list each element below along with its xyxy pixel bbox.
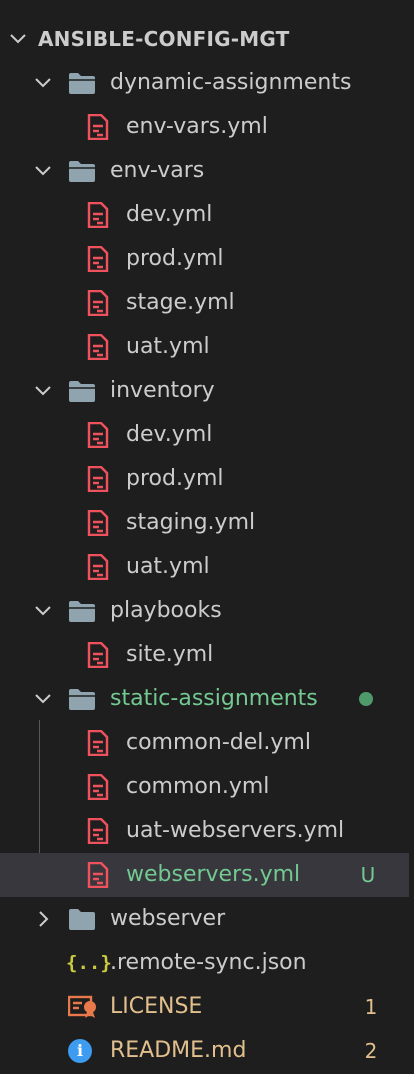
file-uat-webservers-yml[interactable]: uat-webservers.yml (0, 809, 409, 853)
file-stage-yml[interactable]: stage.yml (0, 281, 409, 325)
yaml-file-icon (87, 334, 109, 360)
file-label: env-vars.yml (126, 114, 268, 139)
modified-dot-icon (359, 692, 373, 706)
yaml-file-icon (87, 818, 109, 844)
file-dev-yml[interactable]: dev.yml (0, 193, 409, 237)
yaml-file-icon (87, 290, 109, 316)
chevron-down-icon (10, 34, 26, 44)
file-staging-yml[interactable]: staging.yml (0, 501, 409, 545)
folder-label: dynamic-assignments (110, 70, 352, 95)
file-explorer: ANSIBLE-CONFIG-MGT dynamic-assignments e… (0, 0, 414, 1074)
folder-icon (69, 73, 95, 94)
chevron-down-icon (35, 386, 51, 396)
file-webservers-yml[interactable]: webservers.yml U (0, 853, 409, 897)
yaml-file-icon (87, 642, 109, 668)
file-label: site.yml (126, 642, 214, 667)
file-site-yml[interactable]: site.yml (0, 633, 409, 677)
chevron-down-icon (35, 694, 51, 704)
folder-icon (69, 381, 95, 402)
git-status-badge: 2 (364, 1039, 378, 1063)
file-label: .remote-sync.json (110, 950, 307, 975)
file-label: uat-webservers.yml (126, 818, 345, 843)
json-file-icon: {..} (66, 952, 112, 974)
folder-label: inventory (110, 378, 215, 403)
yaml-file-icon (87, 510, 109, 536)
file-uat-yml[interactable]: uat.yml (0, 325, 409, 369)
folder-label: env-vars (110, 158, 205, 183)
file-prod-yml[interactable]: prod.yml (0, 237, 409, 281)
file-readme-md[interactable]: i README.md 2 (0, 1029, 409, 1073)
folder-icon (69, 601, 95, 622)
yaml-file-icon (87, 862, 109, 888)
yaml-file-icon (87, 730, 109, 756)
file-env-vars-yml[interactable]: env-vars.yml (0, 105, 409, 149)
folder-static-assignments[interactable]: static-assignments (0, 677, 409, 721)
file-label: prod.yml (126, 466, 224, 491)
yaml-file-icon (87, 422, 109, 448)
file-label: prod.yml (126, 246, 224, 271)
file-label: webservers.yml (126, 862, 301, 887)
license-file-icon (68, 995, 96, 1018)
chevron-down-icon (35, 78, 51, 88)
chevron-right-icon (39, 911, 49, 927)
file-license[interactable]: LICENSE 1 (0, 985, 409, 1029)
folder-icon (69, 161, 95, 182)
folder-dynamic-assignments[interactable]: dynamic-assignments (0, 61, 409, 105)
explorer-root[interactable]: ANSIBLE-CONFIG-MGT (0, 17, 409, 61)
folder-env-vars[interactable]: env-vars (0, 149, 409, 193)
yaml-file-icon (87, 554, 109, 580)
file-label: staging.yml (126, 510, 256, 535)
folder-label: static-assignments (110, 686, 318, 711)
folder-playbooks[interactable]: playbooks (0, 589, 409, 633)
file-label: uat.yml (126, 334, 210, 359)
chevron-down-icon (35, 606, 51, 616)
yaml-file-icon (87, 466, 109, 492)
file-label: dev.yml (126, 202, 213, 227)
folder-label: webserver (110, 906, 226, 931)
file-uat-yml[interactable]: uat.yml (0, 545, 409, 589)
folder-webserver[interactable]: webserver (0, 897, 409, 941)
file-label: uat.yml (126, 554, 210, 579)
file-dev-yml[interactable]: dev.yml (0, 413, 409, 457)
root-folder-label: ANSIBLE-CONFIG-MGT (38, 27, 290, 51)
folder-icon (69, 689, 95, 710)
file-label: stage.yml (126, 290, 235, 315)
chevron-down-icon (35, 166, 51, 176)
yaml-file-icon (87, 114, 109, 140)
file-label: common-del.yml (126, 730, 311, 755)
yaml-file-icon (87, 774, 109, 800)
file-label: LICENSE (110, 994, 203, 1019)
file-prod-yml[interactable]: prod.yml (0, 457, 409, 501)
folder-inventory[interactable]: inventory (0, 369, 409, 413)
folder-label: playbooks (110, 598, 222, 623)
folder-icon (69, 909, 95, 930)
file-common-del-yml[interactable]: common-del.yml (0, 721, 409, 765)
file-common-yml[interactable]: common.yml (0, 765, 409, 809)
file-label: common.yml (126, 774, 270, 799)
file-remote-sync-json[interactable]: {..} .remote-sync.json (0, 941, 409, 985)
git-status-badge: 1 (364, 995, 378, 1019)
file-label: README.md (110, 1038, 247, 1063)
file-label: dev.yml (126, 422, 213, 447)
git-status-badge: U (360, 863, 376, 887)
info-file-icon: i (68, 1039, 92, 1063)
yaml-file-icon (87, 202, 109, 228)
yaml-file-icon (87, 246, 109, 272)
